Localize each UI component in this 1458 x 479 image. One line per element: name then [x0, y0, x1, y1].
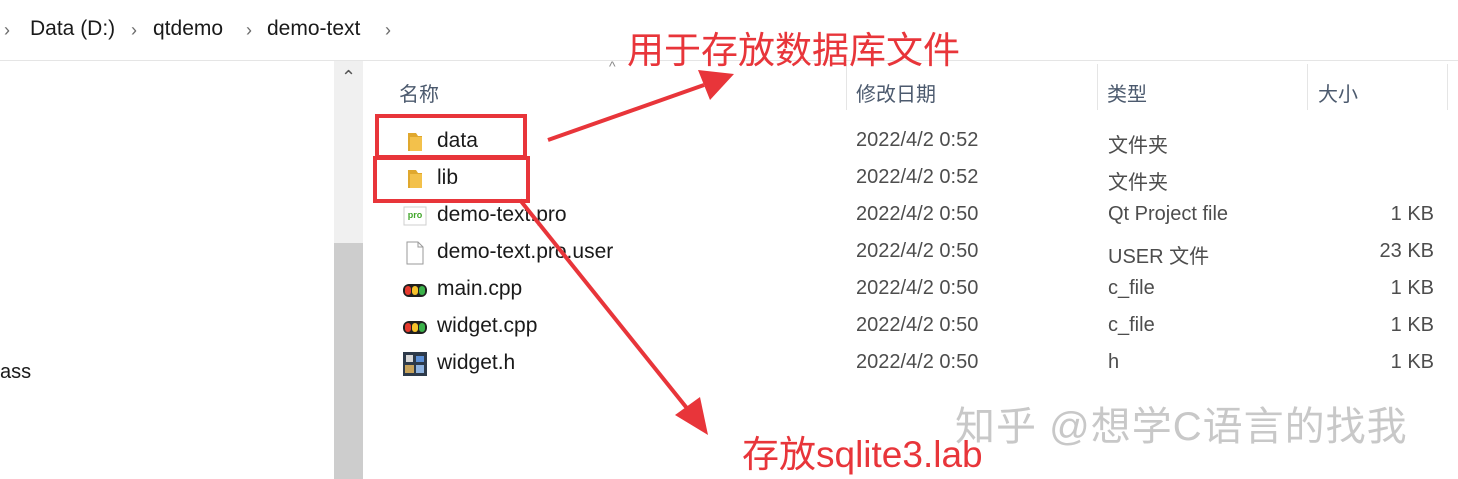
annotation-text-bottom: 存放sqlite3.lab — [742, 434, 983, 475]
arrow-to-top-note — [547, 83, 705, 142]
annotation-text-top: 用于存放数据库文件 — [627, 30, 960, 71]
arrow-head-icon — [675, 397, 708, 435]
watermark: 知乎 @想学C语言的找我 — [955, 405, 1408, 449]
arrow-to-bottom-note — [518, 198, 692, 414]
